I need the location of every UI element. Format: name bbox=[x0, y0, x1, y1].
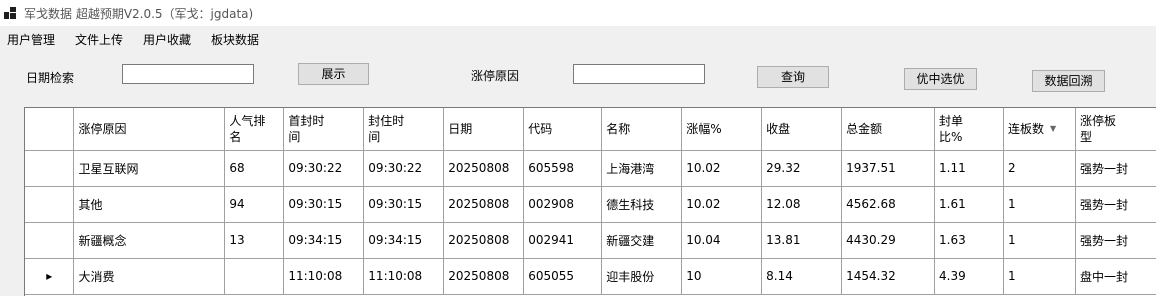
query-button[interactable]: 查询 bbox=[757, 66, 829, 88]
table-row[interactable]: 卫星互联网 68 09:30:22 09:30:22 20250808 6055… bbox=[25, 150, 1156, 187]
cell-seal-ratio[interactable]: 1.63 bbox=[934, 222, 1005, 259]
cell-amount[interactable]: 4430.29 bbox=[841, 222, 936, 259]
cell-reason[interactable]: 卫星互联网 bbox=[73, 150, 226, 187]
cell-reason[interactable]: 大消费 bbox=[73, 258, 226, 295]
cell-first-seal[interactable]: 09:34:15 bbox=[283, 222, 365, 259]
header-row: 涨停原因 人气排名 首封时间 封住时间 日期 代码 名称 涨幅% 收盘 总金额 … bbox=[25, 108, 1156, 151]
cell-date[interactable]: 20250808 bbox=[443, 258, 525, 295]
table-row[interactable]: ▸ 大消费 11:10:08 11:10:08 20250808 605055 … bbox=[25, 258, 1156, 295]
menu-user-management[interactable]: 用户管理 bbox=[7, 31, 55, 48]
col-header-rank[interactable]: 人气排名 bbox=[224, 108, 285, 151]
col-header-name[interactable]: 名称 bbox=[601, 108, 683, 151]
cell-date[interactable]: 20250808 bbox=[443, 150, 525, 187]
cell-rank[interactable]: 94 bbox=[224, 186, 285, 223]
cell-change[interactable]: 10.02 bbox=[681, 186, 763, 223]
cell-boards[interactable]: 1 bbox=[1003, 222, 1076, 259]
stock-table: 涨停原因 人气排名 首封时间 封住时间 日期 代码 名称 涨幅% 收盘 总金额 … bbox=[25, 108, 1156, 295]
cell-boards[interactable]: 2 bbox=[1003, 150, 1076, 187]
cell-reason[interactable]: 其他 bbox=[73, 186, 226, 223]
col-header-amount[interactable]: 总金额 bbox=[841, 108, 936, 151]
cell-seal-time[interactable]: 09:34:15 bbox=[363, 222, 445, 259]
cell-seal-ratio[interactable]: 1.61 bbox=[934, 186, 1005, 223]
cell-close[interactable]: 29.32 bbox=[761, 150, 843, 187]
cell-seal-time[interactable]: 09:30:22 bbox=[363, 150, 445, 187]
cell-code[interactable]: 002941 bbox=[523, 222, 603, 259]
cell-date[interactable]: 20250808 bbox=[443, 222, 525, 259]
cell-limit-type[interactable]: 强势一封 bbox=[1075, 150, 1156, 187]
show-button[interactable]: 展示 bbox=[298, 63, 369, 85]
title-bar: 军戈数据 超越预期V2.0.5（军戈：jgdata) bbox=[0, 0, 1156, 26]
row-header[interactable] bbox=[25, 186, 75, 223]
cell-close[interactable]: 8.14 bbox=[761, 258, 843, 295]
cell-code[interactable]: 605598 bbox=[523, 150, 603, 187]
cell-name[interactable]: 新疆交建 bbox=[601, 222, 683, 259]
table-row[interactable]: 新疆概念 13 09:34:15 09:34:15 20250808 00294… bbox=[25, 222, 1156, 259]
cell-close[interactable]: 13.81 bbox=[761, 222, 843, 259]
best-pick-button[interactable]: 优中选优 bbox=[904, 68, 977, 90]
menu-user-favorites[interactable]: 用户收藏 bbox=[143, 31, 191, 48]
limit-reason-input[interactable] bbox=[573, 64, 705, 84]
cell-rank[interactable]: 68 bbox=[224, 150, 285, 187]
cell-code[interactable]: 002908 bbox=[523, 186, 603, 223]
cell-amount[interactable]: 1454.32 bbox=[841, 258, 936, 295]
grid-icon bbox=[4, 7, 16, 19]
col-header-seal-time[interactable]: 封住时间 bbox=[363, 108, 445, 151]
cell-name[interactable]: 德生科技 bbox=[601, 186, 683, 223]
col-header-date[interactable]: 日期 bbox=[443, 108, 525, 151]
cell-first-seal[interactable]: 09:30:15 bbox=[283, 186, 365, 223]
sort-desc-icon: ▼ bbox=[1050, 124, 1057, 133]
col-header-code[interactable]: 代码 bbox=[523, 108, 603, 151]
cell-seal-time[interactable]: 11:10:08 bbox=[363, 258, 445, 295]
row-header-corner[interactable] bbox=[25, 108, 75, 151]
current-row-marker-icon[interactable]: ▸ bbox=[25, 258, 75, 295]
cell-date[interactable]: 20250808 bbox=[443, 186, 525, 223]
col-header-close[interactable]: 收盘 bbox=[761, 108, 843, 151]
cell-name[interactable]: 迎丰股份 bbox=[601, 258, 683, 295]
cell-close[interactable]: 12.08 bbox=[761, 186, 843, 223]
cell-rank[interactable] bbox=[224, 258, 285, 295]
cell-rank[interactable]: 13 bbox=[224, 222, 285, 259]
cell-code[interactable]: 605055 bbox=[523, 258, 603, 295]
col-header-seal-ratio[interactable]: 封单比% bbox=[934, 108, 1005, 151]
cell-boards[interactable]: 1 bbox=[1003, 258, 1076, 295]
cell-boards[interactable]: 1 bbox=[1003, 186, 1076, 223]
date-search-label: 日期检索 bbox=[26, 71, 75, 85]
data-backtrack-button[interactable]: 数据回溯 bbox=[1032, 70, 1105, 92]
cell-limit-type[interactable]: 强势一封 bbox=[1075, 222, 1156, 259]
cell-seal-ratio[interactable]: 1.11 bbox=[934, 150, 1005, 187]
date-search-input[interactable] bbox=[122, 64, 254, 84]
col-header-boards[interactable]: 连板数 ▼ bbox=[1003, 108, 1076, 151]
cell-limit-type[interactable]: 强势一封 bbox=[1075, 186, 1156, 223]
col-header-first-seal[interactable]: 首封时间 bbox=[283, 108, 365, 151]
cell-name[interactable]: 上海港湾 bbox=[601, 150, 683, 187]
cell-reason[interactable]: 新疆概念 bbox=[73, 222, 226, 259]
cell-limit-type[interactable]: 盘中一封 bbox=[1075, 258, 1156, 295]
cell-change[interactable]: 10.02 bbox=[681, 150, 763, 187]
menu-file-upload[interactable]: 文件上传 bbox=[75, 31, 123, 48]
table-row[interactable]: 其他 94 09:30:15 09:30:15 20250808 002908 … bbox=[25, 186, 1156, 223]
col-header-limit-type[interactable]: 涨停板型 bbox=[1075, 108, 1156, 151]
cell-change[interactable]: 10 bbox=[681, 258, 763, 295]
window-title: 军戈数据 超越预期V2.0.5（军戈：jgdata) bbox=[24, 7, 254, 21]
row-header[interactable] bbox=[25, 150, 75, 187]
cell-seal-time[interactable]: 09:30:15 bbox=[363, 186, 445, 223]
cell-seal-ratio[interactable]: 4.39 bbox=[934, 258, 1005, 295]
cell-first-seal[interactable]: 11:10:08 bbox=[283, 258, 365, 295]
cell-change[interactable]: 10.04 bbox=[681, 222, 763, 259]
limit-reason-label: 涨停原因 bbox=[471, 69, 520, 83]
row-header[interactable] bbox=[25, 222, 75, 259]
col-header-change[interactable]: 涨幅% bbox=[681, 108, 763, 151]
cell-first-seal[interactable]: 09:30:22 bbox=[283, 150, 365, 187]
cell-amount[interactable]: 1937.51 bbox=[841, 150, 936, 187]
col-header-reason[interactable]: 涨停原因 bbox=[73, 108, 226, 151]
menu-sector-data[interactable]: 板块数据 bbox=[211, 31, 259, 48]
cell-amount[interactable]: 4562.68 bbox=[841, 186, 936, 223]
stock-data-grid[interactable]: 涨停原因 人气排名 首封时间 封住时间 日期 代码 名称 涨幅% 收盘 总金额 … bbox=[24, 107, 1156, 296]
